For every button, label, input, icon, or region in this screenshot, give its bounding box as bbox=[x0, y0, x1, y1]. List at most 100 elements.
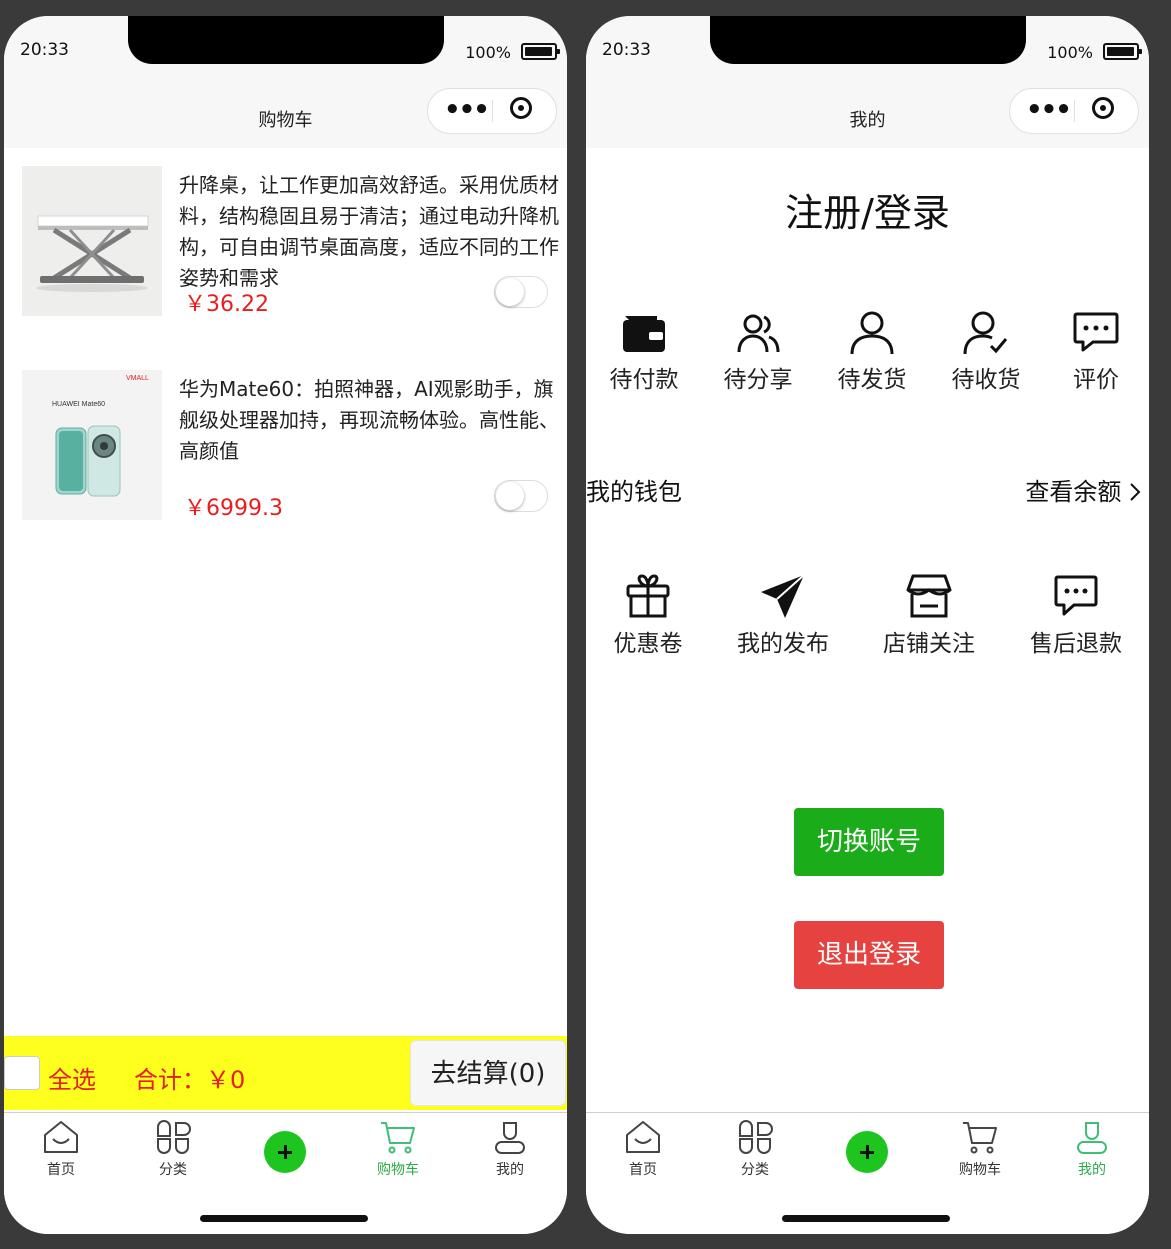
service-refund[interactable]: 售后退款 bbox=[1016, 572, 1136, 658]
capsule-divider bbox=[492, 100, 493, 122]
logout-button[interactable]: 退出登录 bbox=[794, 921, 944, 989]
close-target-icon[interactable] bbox=[510, 97, 532, 119]
item-select-switch[interactable] bbox=[494, 480, 548, 512]
notch bbox=[710, 16, 1026, 64]
status-bar: 20:33 100% bbox=[4, 16, 567, 90]
tab-label: 购物车 bbox=[959, 1162, 1001, 1178]
total-amount: 合计：￥0 bbox=[134, 1066, 246, 1094]
order-review[interactable]: 评价 bbox=[1046, 308, 1146, 394]
login-register-link[interactable]: 注册/登录 bbox=[586, 182, 1149, 237]
order-pending-receipt[interactable]: 待收货 bbox=[936, 308, 1036, 394]
person-check-icon bbox=[963, 311, 1008, 355]
vmall-logo: VMALL bbox=[126, 375, 149, 382]
select-all-label[interactable]: 全选 bbox=[48, 1060, 96, 1095]
service-my-posts[interactable]: 我的发布 bbox=[723, 572, 843, 658]
service-label: 店铺关注 bbox=[883, 631, 975, 657]
cart-icon bbox=[381, 1122, 415, 1154]
checkout-bar: 全选 合计：￥0 去结算(0) bbox=[4, 1036, 567, 1110]
select-all-checkbox[interactable] bbox=[4, 1056, 40, 1090]
tab-label: 分类 bbox=[741, 1162, 769, 1178]
item-price: ￥6999.3 bbox=[184, 496, 283, 521]
user-icon bbox=[495, 1122, 525, 1154]
more-icon[interactable]: ••• bbox=[1026, 97, 1072, 123]
huawei-mate60-image[interactable]: VMALL HUAWEI Mate60 bbox=[22, 370, 162, 520]
wallet-icon bbox=[623, 316, 665, 352]
battery-icon bbox=[1103, 43, 1142, 60]
gift-icon bbox=[626, 574, 670, 618]
order-status-row: 待付款 待分享 待发货 待收货 评价 bbox=[586, 308, 1149, 398]
checkout-button[interactable]: 去结算(0) bbox=[410, 1040, 566, 1106]
tab-label: 我的 bbox=[496, 1162, 524, 1178]
tab-category[interactable]: 分类 bbox=[128, 1119, 218, 1179]
battery-percent: 100% bbox=[465, 43, 511, 62]
status-bar: 20:33 100% bbox=[586, 16, 1149, 90]
battery-percent: 100% bbox=[1047, 43, 1093, 62]
home-icon bbox=[44, 1121, 78, 1153]
view-balance-link[interactable]: 查看余额 bbox=[1025, 472, 1141, 507]
tab-label: 我的 bbox=[1078, 1162, 1106, 1178]
tab-mine[interactable]: 我的 bbox=[1047, 1119, 1137, 1179]
tab-bar: 首页 分类 购物车 我的 bbox=[4, 1112, 567, 1234]
share-users-icon bbox=[737, 314, 780, 353]
wallet-label: 我的钱包 bbox=[586, 478, 682, 506]
tab-bar: 首页 分类 购物车 我的 bbox=[586, 1112, 1149, 1234]
order-pending-delivery[interactable]: 待发货 bbox=[822, 308, 922, 394]
tab-label: 首页 bbox=[47, 1162, 75, 1178]
tab-mine[interactable]: 我的 bbox=[465, 1119, 555, 1179]
service-coupon[interactable]: 优惠卷 bbox=[588, 572, 708, 658]
tab-add[interactable] bbox=[240, 1119, 330, 1173]
tab-add[interactable] bbox=[822, 1119, 912, 1173]
send-icon bbox=[761, 574, 805, 618]
cart-screen: 20:33 100% 购物车 ••• 升降桌，让工作更加高效舒适。采用优质材料，… bbox=[4, 16, 567, 1234]
category-icon bbox=[739, 1120, 773, 1154]
service-row: 优惠卷 我的发布 店铺关注 售后退款 bbox=[586, 572, 1149, 662]
comment-icon bbox=[1073, 312, 1119, 352]
view-balance-label: 查看余额 bbox=[1025, 478, 1122, 506]
tab-cart[interactable]: 购物车 bbox=[353, 1119, 443, 1179]
cart-item[interactable]: VMALL HUAWEI Mate60 华为Mate60：拍照神器，AI观影助手… bbox=[22, 370, 562, 522]
mine-screen: 20:33 100% 我的 ••• 注册/登录 待付款 待分享 待发货 待收货 … bbox=[586, 16, 1149, 1234]
mini-program-capsule: ••• bbox=[427, 88, 557, 134]
nav-bar: 购物车 ••• bbox=[4, 88, 567, 148]
service-store-follow[interactable]: 店铺关注 bbox=[869, 572, 989, 658]
status-time: 20:33 bbox=[602, 40, 651, 60]
tab-category[interactable]: 分类 bbox=[710, 1119, 800, 1179]
battery-icon bbox=[521, 43, 560, 60]
item-description: 升降桌，让工作更加高效舒适。采用优质材料，结构稳固且易于清洁；通过电动升降机构，… bbox=[179, 173, 559, 290]
store-icon bbox=[906, 574, 952, 618]
home-icon bbox=[626, 1121, 660, 1153]
tab-cart[interactable]: 购物车 bbox=[935, 1119, 1025, 1179]
add-icon bbox=[846, 1131, 888, 1173]
person-icon bbox=[850, 311, 894, 355]
user-icon bbox=[1077, 1122, 1107, 1154]
capsule-divider bbox=[1074, 100, 1075, 122]
service-label: 我的发布 bbox=[737, 631, 829, 657]
add-icon bbox=[264, 1131, 306, 1173]
tab-label: 购物车 bbox=[377, 1162, 419, 1178]
switch-account-button[interactable]: 切换账号 bbox=[794, 808, 944, 876]
more-icon[interactable]: ••• bbox=[444, 97, 490, 123]
order-label: 待发货 bbox=[837, 367, 907, 393]
order-pending-share[interactable]: 待分享 bbox=[708, 308, 808, 394]
cart-item[interactable]: 升降桌，让工作更加高效舒适。采用优质材料，结构稳固且易于清洁；通过电动升降机构，… bbox=[22, 166, 562, 318]
order-label: 待分享 bbox=[723, 367, 793, 393]
service-label: 售后退款 bbox=[1030, 631, 1122, 657]
category-icon bbox=[157, 1120, 191, 1154]
chat-icon bbox=[1054, 575, 1098, 616]
order-label: 待收货 bbox=[951, 367, 1021, 393]
tab-home[interactable]: 首页 bbox=[16, 1119, 106, 1179]
item-select-switch[interactable] bbox=[494, 276, 548, 308]
home-indicator bbox=[200, 1215, 368, 1222]
close-target-icon[interactable] bbox=[1092, 97, 1114, 119]
tab-home[interactable]: 首页 bbox=[598, 1119, 688, 1179]
item-price: ￥36.22 bbox=[184, 292, 269, 317]
cart-icon bbox=[963, 1122, 997, 1154]
standing-desk-image[interactable] bbox=[22, 166, 162, 316]
status-time: 20:33 bbox=[20, 40, 69, 60]
phone-model-text: HUAWEI Mate60 bbox=[52, 401, 105, 408]
order-pending-payment[interactable]: 待付款 bbox=[594, 308, 694, 394]
order-label: 待付款 bbox=[609, 367, 679, 393]
service-label: 优惠卷 bbox=[613, 631, 683, 657]
mini-program-capsule: ••• bbox=[1009, 88, 1139, 134]
item-description: 华为Mate60：拍照神器，AI观影助手，旗舰级处理器加持，再现流畅体验。高性能… bbox=[179, 377, 559, 463]
